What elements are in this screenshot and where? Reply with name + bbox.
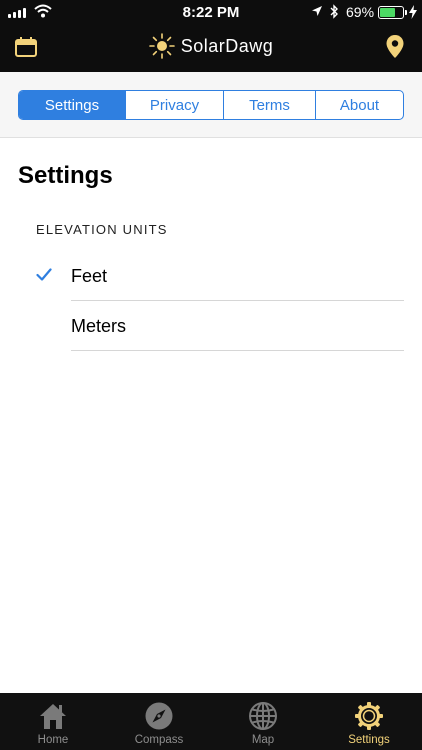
tab-map-label: Map xyxy=(251,734,275,746)
segment-terms[interactable]: Terms xyxy=(223,91,315,119)
compass-icon xyxy=(145,702,173,730)
sun-logo-icon xyxy=(148,33,175,59)
tab-compass-label: Compass xyxy=(134,734,184,746)
segment-settings[interactable]: Settings xyxy=(19,91,125,119)
option-feet[interactable]: Feet xyxy=(0,251,422,301)
tab-settings[interactable]: Settings xyxy=(316,693,422,750)
page-title: Settings xyxy=(18,162,113,189)
tab-home-label: Home xyxy=(37,734,69,746)
battery-percent: 69% xyxy=(346,4,375,20)
tab-settings-label: Settings xyxy=(348,734,390,746)
divider xyxy=(71,350,404,351)
option-feet-label: Feet xyxy=(71,266,108,286)
globe-icon xyxy=(249,702,277,730)
location-pin-icon[interactable] xyxy=(386,35,404,59)
home-icon xyxy=(40,704,66,729)
section-header-elevation-units: ELEVATION UNITS xyxy=(36,222,168,237)
top-bar: 8:22 PM 69% SolarDawg xyxy=(0,0,422,72)
tab-map[interactable]: Map xyxy=(210,693,316,750)
segment-about[interactable]: About xyxy=(315,91,403,119)
battery-fill xyxy=(380,8,396,17)
option-meters-label: Meters xyxy=(71,316,127,336)
location-arrow-icon xyxy=(312,6,322,16)
app-brand: SolarDawg xyxy=(0,33,422,59)
battery-tip xyxy=(405,10,407,15)
segment-privacy[interactable]: Privacy xyxy=(125,91,223,119)
checkmark-icon xyxy=(36,268,52,281)
charging-bolt-icon xyxy=(409,5,417,19)
gear-icon xyxy=(355,702,383,730)
tab-compass[interactable]: Compass xyxy=(106,693,212,750)
tab-bar: Home Compass Map Settings xyxy=(0,693,422,750)
bluetooth-icon xyxy=(330,4,338,19)
app-title: SolarDawg xyxy=(180,35,274,56)
status-bar: 8:22 PM 69% xyxy=(0,0,422,26)
segment-bar: Settings Privacy Terms About xyxy=(0,72,422,138)
nav-bar: SolarDawg xyxy=(0,26,422,72)
tab-home[interactable]: Home xyxy=(0,693,106,750)
option-meters[interactable]: Meters xyxy=(0,301,422,351)
segmented-control: Settings Privacy Terms About xyxy=(18,90,404,120)
battery-icon xyxy=(378,6,404,19)
